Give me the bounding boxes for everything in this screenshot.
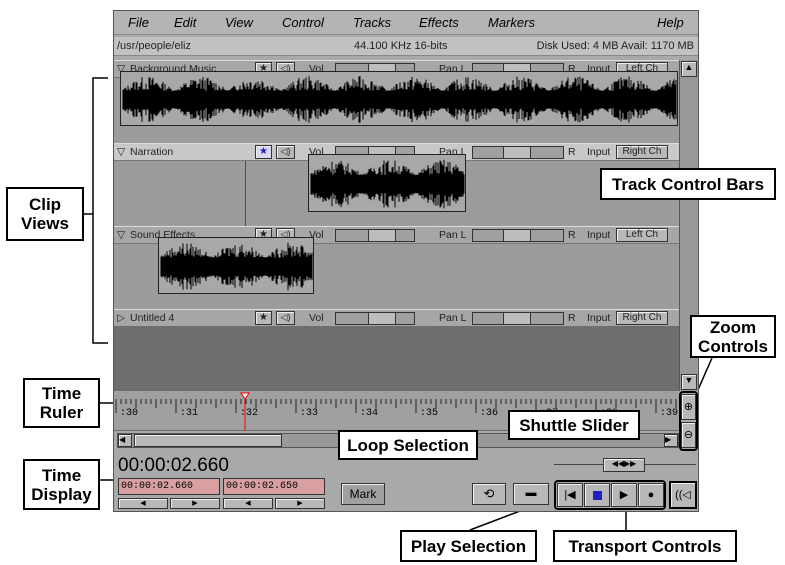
shuttle-slider[interactable]: ◀◀▶▶ [603, 458, 645, 472]
pan-slider[interactable] [472, 229, 564, 242]
pan-slider[interactable] [472, 146, 564, 159]
track-name[interactable]: Narration [130, 146, 173, 158]
scroll-thumb[interactable] [134, 434, 282, 447]
end-nudge-right[interactable]: ▶ [275, 498, 325, 509]
ruler-tick-label: :33 [300, 408, 318, 419]
time-display: 00:00:02.660 [118, 455, 229, 476]
callout-zoom-controls: Zoom Controls [690, 315, 776, 358]
play-icon[interactable]: ▶ [611, 483, 637, 507]
zoom-in-icon[interactable]: ⊕ [681, 394, 696, 420]
callout-time-ruler: Time Ruler [23, 378, 100, 428]
mute-speaker-icon[interactable]: ◁) [276, 311, 295, 325]
info-bar: /usr/people/eliz 44.100 KHz 16-bits Disk… [114, 37, 698, 56]
volume-slider[interactable] [335, 312, 415, 325]
pan-label: Pan L [439, 312, 467, 324]
menu-help[interactable]: Help [657, 15, 684, 30]
callout-clip-views: Clip Views [6, 187, 84, 241]
menu-bar: File Edit View Control Tracks Effects Ma… [114, 11, 698, 35]
menu-markers[interactable]: Markers [488, 15, 535, 30]
scroll-right-button[interactable]: ▶ [664, 434, 678, 447]
collapsed-triangle-icon[interactable]: ▷ [117, 312, 125, 324]
input-label: Input [587, 312, 611, 324]
pan-right-label: R [568, 312, 576, 324]
menu-effects[interactable]: Effects [419, 15, 459, 30]
input-channel-button[interactable]: Right Ch [616, 311, 668, 325]
track-name[interactable]: Untitled 4 [130, 312, 174, 324]
menu-control[interactable]: Control [282, 15, 324, 30]
volume-slider[interactable] [335, 229, 415, 242]
callout-play-selection: Play Selection [400, 530, 537, 562]
stop-button[interactable] [584, 483, 610, 507]
zoom-controls: ⊕ ⊖ [679, 391, 698, 451]
start-nudge-left[interactable]: ◀ [118, 498, 168, 509]
solo-star-icon[interactable]: ★ [255, 145, 272, 159]
menu-edit[interactable]: Edit [174, 15, 196, 30]
scroll-down-button[interactable]: ▼ [681, 374, 697, 390]
ruler-tick-label: :32 [240, 408, 258, 419]
transport-controls: |◀ ▶ ● [554, 480, 666, 510]
solo-star-icon[interactable]: ★ [255, 311, 272, 325]
zoom-out-icon[interactable]: ⊖ [681, 422, 696, 448]
playback-cursor [245, 161, 246, 226]
ruler-tick-label: :31 [180, 408, 198, 419]
callout-loop-selection: Loop Selection [338, 430, 478, 460]
pan-right-label: R [568, 146, 576, 158]
mute-speaker-icon[interactable]: ◁) [276, 145, 295, 159]
scroll-up-button[interactable]: ▲ [681, 61, 697, 77]
file-path: /usr/people/eliz [117, 40, 191, 52]
ruler-tick-label: :35 [420, 408, 438, 419]
callout-transport-controls: Transport Controls [553, 530, 737, 562]
stop-icon [593, 491, 602, 500]
vol-label: Vol [309, 312, 324, 324]
expand-triangle-icon[interactable]: ▽ [117, 146, 125, 158]
menu-view[interactable]: View [225, 15, 253, 30]
selection-start-field[interactable]: 00:00:02.660 [118, 478, 220, 495]
pan-slider[interactable] [472, 312, 564, 325]
ruler-tick-label: :34 [360, 408, 378, 419]
play-selection-button[interactable]: ▬ [513, 483, 549, 505]
selection-end-field[interactable]: 00:00:02.650 [223, 478, 325, 495]
callout-track-control-bars: Track Control Bars [600, 168, 776, 200]
scroll-left-button[interactable]: ◀ [118, 434, 132, 447]
end-nudge-left[interactable]: ◀ [223, 498, 273, 509]
menu-tracks[interactable]: Tracks [353, 15, 391, 30]
mark-button[interactable]: Mark [341, 483, 385, 505]
ruler-tick-label: :36 [480, 408, 498, 419]
input-label: Input [587, 229, 611, 241]
audio-clip-waveform[interactable] [158, 237, 314, 294]
start-nudge-right[interactable]: ▶ [170, 498, 220, 509]
loop-selection-button[interactable]: ⟲ [472, 483, 506, 505]
input-channel-button[interactable]: Left Ch [616, 228, 668, 242]
callout-shuttle-slider: Shuttle Slider [508, 410, 640, 440]
track-control-bar: ▷ Untitled 4 ★ ◁) Vol Pan L R Input Righ… [114, 309, 679, 327]
audio-clip-waveform[interactable] [120, 71, 678, 126]
audio-clip-waveform[interactable] [308, 154, 466, 212]
pan-right-label: R [568, 229, 576, 241]
expand-triangle-icon[interactable]: ▽ [117, 229, 125, 241]
record-icon[interactable]: ● [638, 483, 664, 507]
disk-usage: Disk Used: 4 MB Avail: 1170 MB [536, 40, 694, 52]
empty-track-area [114, 326, 679, 391]
ruler-tick-label: :30 [120, 408, 138, 419]
menu-file[interactable]: File [128, 15, 149, 30]
rewind-to-start-icon[interactable]: |◀ [557, 483, 583, 507]
input-channel-button[interactable]: Right Ch [616, 145, 668, 159]
callout-time-display: Time Display [23, 459, 100, 510]
pan-label: Pan L [439, 229, 467, 241]
monitor-speaker-icon[interactable]: ((◁ [669, 481, 697, 509]
ruler-tick-label: :39 [660, 408, 678, 419]
input-label: Input [587, 146, 611, 158]
sample-format: 44.100 KHz 16-bits [354, 40, 448, 52]
